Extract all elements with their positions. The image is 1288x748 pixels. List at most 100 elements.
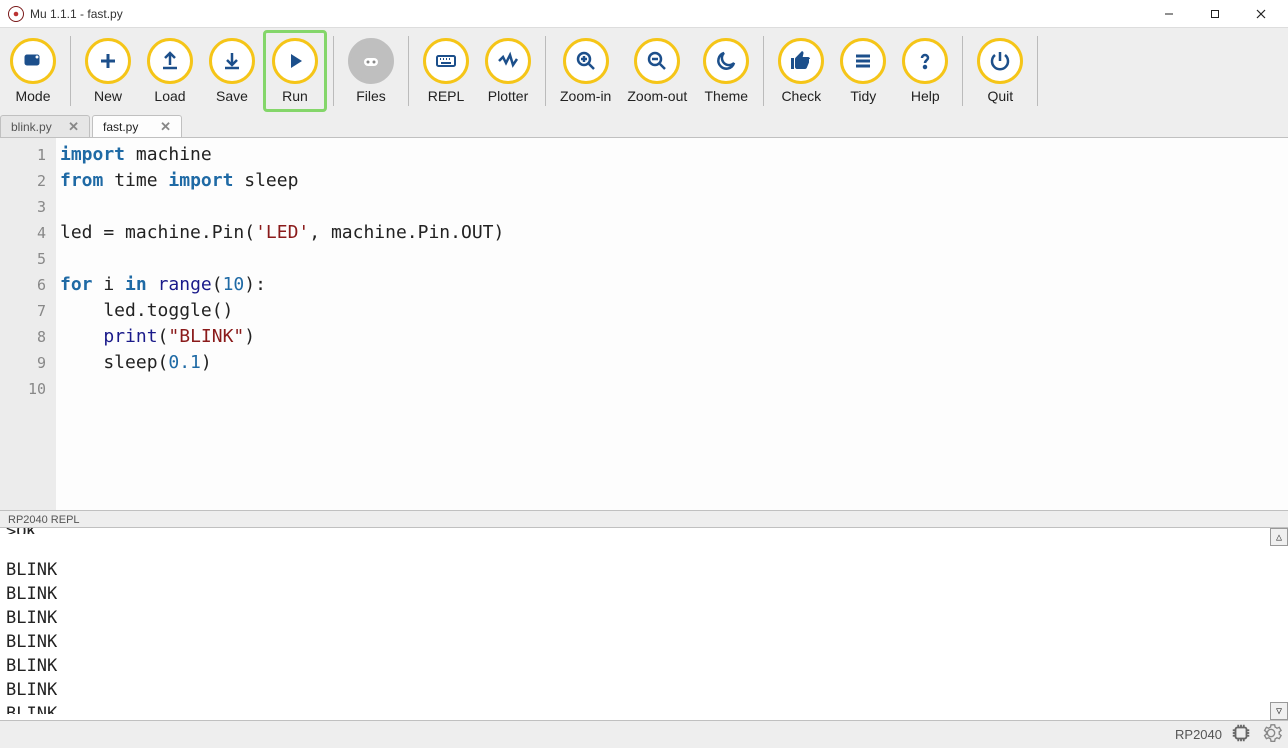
help-button[interactable]: Help xyxy=(894,30,956,112)
repl-line: BLINK xyxy=(6,558,1282,582)
load-icon xyxy=(147,38,193,84)
keyboard-icon xyxy=(423,38,469,84)
scroll-up-button[interactable]: △ xyxy=(1270,528,1288,546)
toolbar-label: New xyxy=(94,88,122,104)
scroll-down-button[interactable]: ▽ xyxy=(1270,702,1288,720)
quit-button[interactable]: Quit xyxy=(969,30,1031,112)
toolbar-label: Zoom-out xyxy=(627,88,687,104)
repl-line: BLINK xyxy=(6,702,1282,714)
line-number: 4 xyxy=(0,220,56,246)
code-line[interactable]: for i in range(10): xyxy=(60,272,1288,298)
toolbar-separator xyxy=(333,36,334,106)
code-editor[interactable]: 12345678910 import machinefrom time impo… xyxy=(0,138,1288,510)
repl-line: BLINK xyxy=(6,606,1282,630)
settings-gear-icon[interactable] xyxy=(1260,722,1282,747)
toolbar-label: Files xyxy=(356,88,386,104)
repl-output[interactable]: △ ▽ >OKBLINKBLINKBLINKBLINKBLINKBLINKBLI… xyxy=(0,528,1288,720)
window-title: Mu 1.1.1 - fast.py xyxy=(30,7,123,21)
line-number: 9 xyxy=(0,350,56,376)
main-toolbar: Mode New Load Save Run Files REPL Plotter Zoom-i… xyxy=(0,28,1288,114)
code-line[interactable] xyxy=(60,194,1288,220)
code-line[interactable] xyxy=(60,376,1288,402)
new-button[interactable]: New xyxy=(77,30,139,112)
toolbar-separator xyxy=(1037,36,1038,106)
tab-label: fast.py xyxy=(103,120,138,134)
repl-line: BLINK xyxy=(6,582,1282,606)
line-number: 7 xyxy=(0,298,56,324)
line-number: 6 xyxy=(0,272,56,298)
toolbar-separator xyxy=(763,36,764,106)
toolbar-label: Plotter xyxy=(488,88,528,104)
repl-panel-title: RP2040 REPL xyxy=(0,510,1288,528)
toolbar-label: Zoom-in xyxy=(560,88,611,104)
save-button[interactable]: Save xyxy=(201,30,263,112)
toolbar-separator xyxy=(408,36,409,106)
line-number: 5 xyxy=(0,246,56,272)
tidy-icon xyxy=(840,38,886,84)
code-line[interactable]: led = machine.Pin('LED', machine.Pin.OUT… xyxy=(60,220,1288,246)
tab-close-icon[interactable]: ✕ xyxy=(64,119,83,135)
window-maximize-button[interactable] xyxy=(1192,0,1238,28)
toolbar-separator xyxy=(545,36,546,106)
code-line[interactable]: print("BLINK") xyxy=(60,324,1288,350)
toolbar-separator xyxy=(962,36,963,106)
toolbar-label: Save xyxy=(216,88,248,104)
code-line[interactable]: import machine xyxy=(60,142,1288,168)
zoom-in-icon xyxy=(563,38,609,84)
toolbar-label: Quit xyxy=(987,88,1013,104)
code-area[interactable]: import machinefrom time import sleep led … xyxy=(56,138,1288,510)
zoom-out-icon xyxy=(634,38,680,84)
code-line[interactable]: led.toggle() xyxy=(60,298,1288,324)
plotter-icon xyxy=(485,38,531,84)
code-line[interactable] xyxy=(60,246,1288,272)
repl-line: BLINK xyxy=(6,654,1282,678)
line-number: 3 xyxy=(0,194,56,220)
repl-button[interactable]: REPL xyxy=(415,30,477,112)
line-number: 8 xyxy=(0,324,56,350)
power-icon xyxy=(977,38,1023,84)
load-button[interactable]: Load xyxy=(139,30,201,112)
tab-label: blink.py xyxy=(11,120,52,134)
toolbar-label: Run xyxy=(282,88,308,104)
save-icon xyxy=(209,38,255,84)
app-logo-icon xyxy=(8,6,24,22)
line-number-gutter: 12345678910 xyxy=(0,138,56,510)
repl-line: BLINK xyxy=(6,630,1282,654)
line-number: 1 xyxy=(0,142,56,168)
repl-line xyxy=(6,534,1282,558)
window-close-button[interactable] xyxy=(1238,0,1284,28)
zoomout-button[interactable]: Zoom-out xyxy=(619,30,695,112)
toolbar-label: Theme xyxy=(704,88,748,104)
help-icon xyxy=(902,38,948,84)
plotter-button[interactable]: Plotter xyxy=(477,30,539,112)
play-icon xyxy=(272,38,318,84)
check-button[interactable]: Check xyxy=(770,30,832,112)
plus-icon xyxy=(85,38,131,84)
run-button[interactable]: Run xyxy=(263,30,327,112)
theme-button[interactable]: Theme xyxy=(695,30,757,112)
toolbar-label: REPL xyxy=(428,88,465,104)
editor-tab[interactable]: fast.py ✕ xyxy=(92,115,182,137)
toolbar-separator xyxy=(70,36,71,106)
chip-icon[interactable] xyxy=(1230,722,1252,747)
toolbar-label: Check xyxy=(781,88,821,104)
mode-icon xyxy=(10,38,56,84)
files-button[interactable]: Files xyxy=(340,30,402,112)
status-mode-label: RP2040 xyxy=(1175,727,1222,742)
code-line[interactable]: sleep(0.1) xyxy=(60,350,1288,376)
editor-tab[interactable]: blink.py ✕ xyxy=(0,115,90,137)
moon-icon xyxy=(703,38,749,84)
zoomin-button[interactable]: Zoom-in xyxy=(552,30,619,112)
line-number: 2 xyxy=(0,168,56,194)
line-number: 10 xyxy=(0,376,56,402)
toolbar-label: Tidy xyxy=(850,88,876,104)
files-icon xyxy=(348,38,394,84)
tidy-button[interactable]: Tidy xyxy=(832,30,894,112)
editor-tab-bar: blink.py ✕ fast.py ✕ xyxy=(0,114,1288,138)
window-minimize-button[interactable] xyxy=(1146,0,1192,28)
mode-button[interactable]: Mode xyxy=(2,30,64,112)
code-line[interactable]: from time import sleep xyxy=(60,168,1288,194)
repl-line: BLINK xyxy=(6,678,1282,702)
tab-close-icon[interactable]: ✕ xyxy=(156,119,175,135)
status-bar: RP2040 xyxy=(0,720,1288,748)
